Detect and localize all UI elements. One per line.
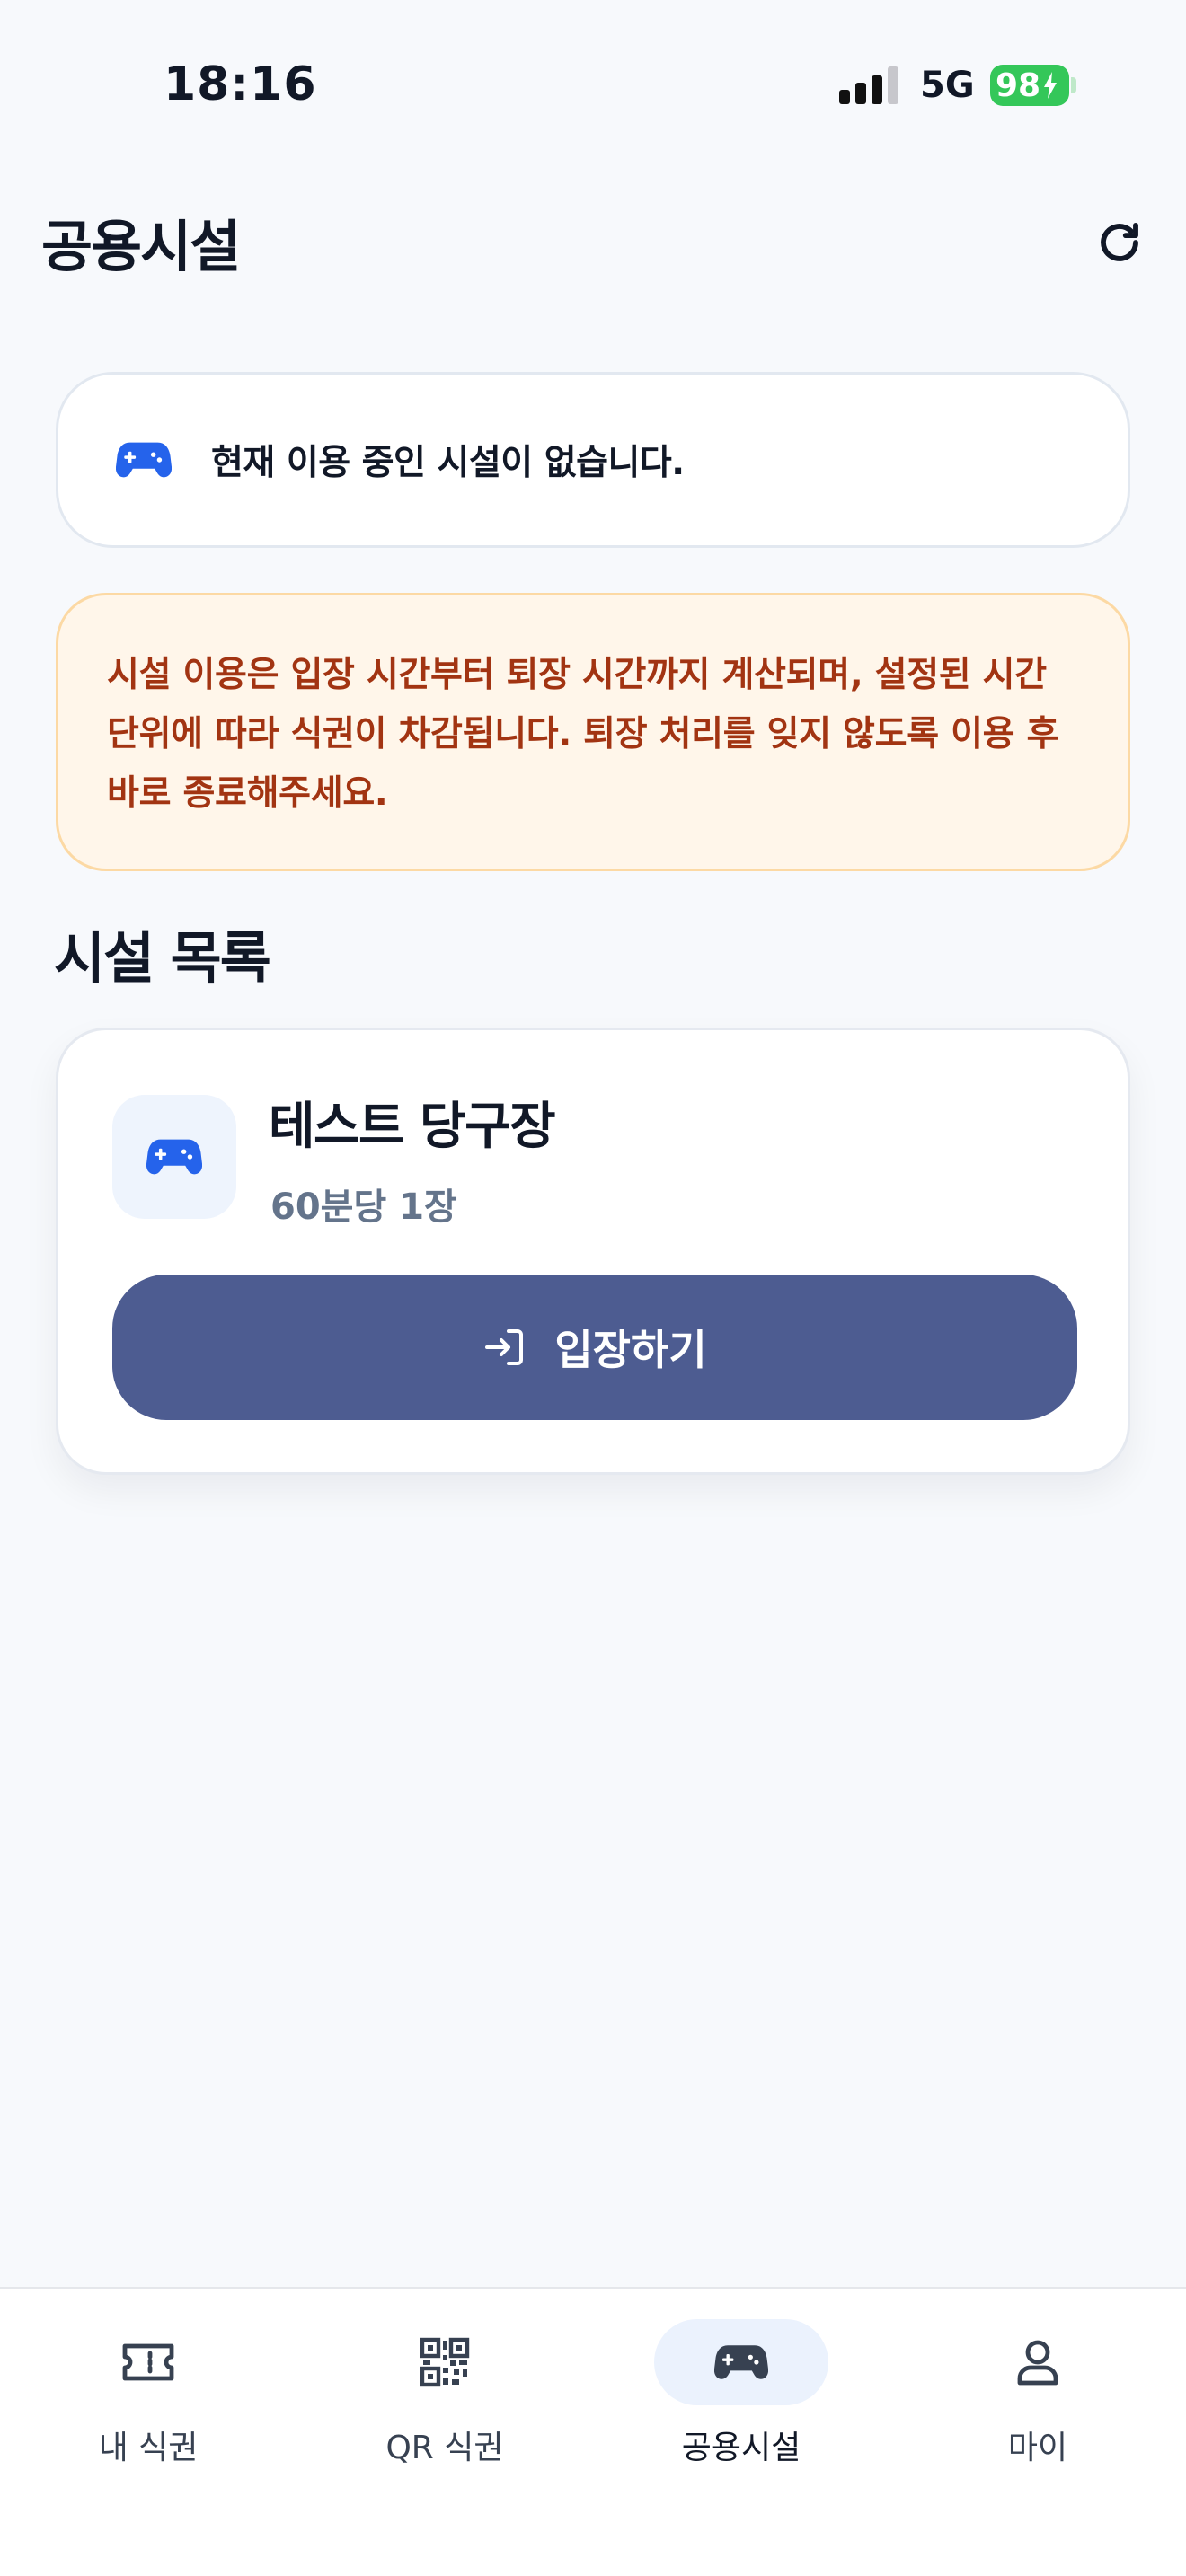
enter-button-label: 입장하기 <box>554 1326 707 1374</box>
network-label: 5G <box>920 65 975 106</box>
facility-card: 테스트 당구장 60분당 1장 입장하기 <box>56 1028 1130 1475</box>
nav-item-my-tickets[interactable]: 내 식권 <box>0 2289 296 2486</box>
signal-icon <box>839 66 902 104</box>
gamepad-icon <box>116 442 172 478</box>
facility-thumbnail <box>112 1095 236 1219</box>
facilities-screen: 18:16 5G 98 공용시설 현재 이용 중인 시설이 없습니다. 시설 이… <box>0 0 1186 2576</box>
nav-item-qr-ticket[interactable]: QR 식권 <box>296 2289 593 2486</box>
ticket-icon <box>122 2343 174 2381</box>
nav-label: QR 식권 <box>385 2430 504 2466</box>
refresh-button[interactable] <box>1089 212 1150 273</box>
nav-item-facilities[interactable]: 공용시설 <box>593 2289 890 2486</box>
facility-rate: 60분당 1장 <box>270 1187 457 1228</box>
notice-line: 시설 이용은 입장 시간부터 퇴장 시간까지 계산되며, 설정된 시간 <box>107 655 1047 695</box>
nav-item-my[interactable]: 마이 <box>890 2289 1186 2486</box>
person-icon <box>1017 2340 1058 2386</box>
facility-name: 테스트 당구장 <box>269 1098 556 1156</box>
refresh-icon <box>1101 222 1138 261</box>
nav-label: 마이 <box>1007 2430 1068 2466</box>
page-title: 공용시설 <box>41 214 241 279</box>
current-usage-card: 현재 이용 중인 시설이 없습니다. <box>56 372 1130 548</box>
enter-button[interactable]: 입장하기 <box>112 1275 1077 1420</box>
nav-icon-wrap <box>951 2319 1125 2405</box>
charging-bolt-icon <box>1044 72 1058 99</box>
section-title: 시설 목록 <box>54 925 271 991</box>
nav-icon-wrap <box>61 2319 235 2405</box>
nav-icon-wrap <box>358 2319 532 2405</box>
nav-label: 내 식권 <box>98 2430 199 2466</box>
nav-icon-wrap <box>654 2319 828 2405</box>
login-icon <box>485 1329 524 1365</box>
current-usage-text: 현재 이용 중인 시설이 없습니다. <box>211 443 685 483</box>
gamepad-icon <box>146 1139 202 1175</box>
battery-tip <box>1071 77 1076 93</box>
nav-label: 공용시설 <box>681 2430 801 2466</box>
qr-code-icon <box>420 2337 470 2387</box>
battery-icon: 98 <box>990 65 1069 106</box>
battery-level: 98 <box>996 66 1041 104</box>
status-bar: 18:16 5G 98 <box>0 0 1186 171</box>
usage-notice: 시설 이용은 입장 시간부터 퇴장 시간까지 계산되며, 설정된 시간 단위에 … <box>56 593 1130 871</box>
status-time: 18:16 <box>164 57 317 111</box>
notice-line: 바로 종료해주세요. <box>107 773 388 814</box>
gamepad-icon <box>714 2345 768 2379</box>
bottom-nav: 내 식권 QR 식권 공용시설 마이 <box>0 2287 1186 2576</box>
notice-line: 단위에 따라 식권이 차감됩니다. 퇴장 처리를 잊지 않도록 이용 후 <box>107 714 1059 754</box>
